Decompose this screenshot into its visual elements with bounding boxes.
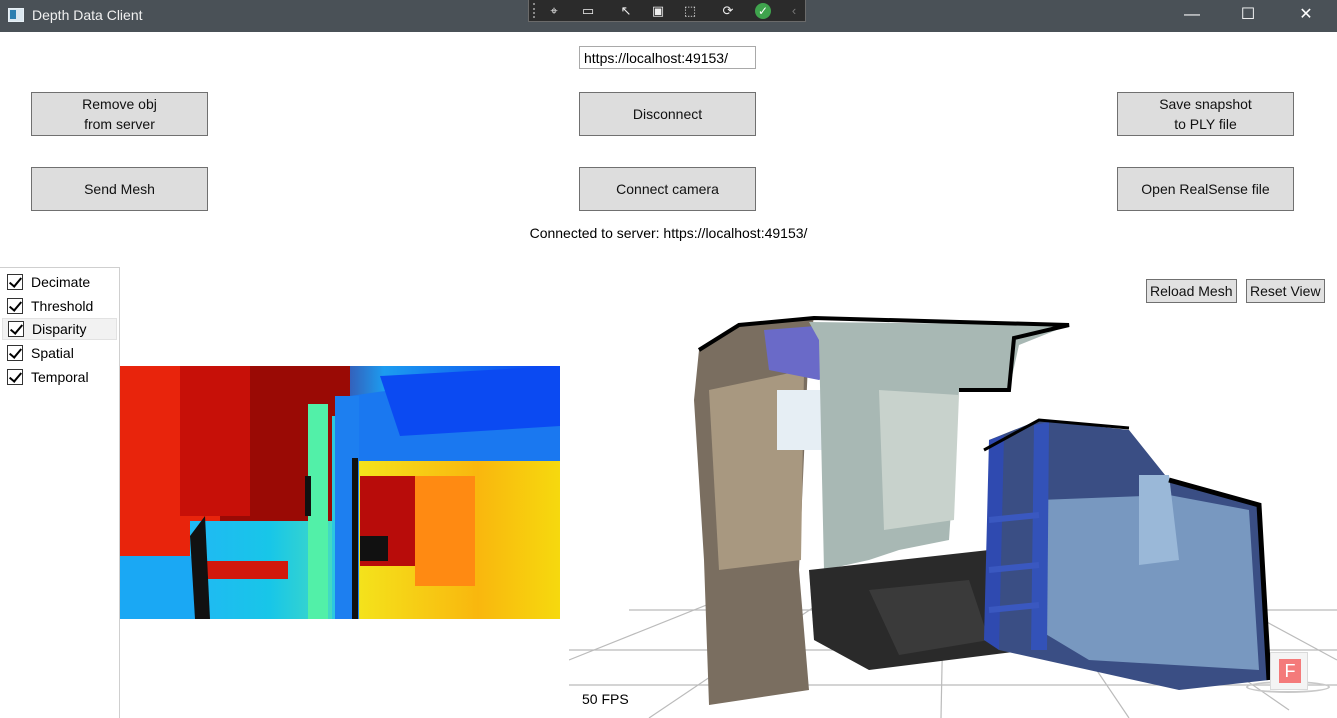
collapse-chevron-icon[interactable]: ‹ (783, 2, 805, 20)
threshold-checkbox[interactable] (7, 298, 23, 314)
filter-label: Disparity (32, 321, 87, 337)
view-cube[interactable]: F (1270, 652, 1308, 690)
window-title: Depth Data Client (32, 7, 143, 23)
decimate-checkbox[interactable] (7, 274, 23, 290)
hot-reload-icon[interactable]: ⟳ (717, 2, 739, 20)
minimize-button[interactable]: — (1164, 0, 1220, 32)
server-url-input[interactable] (579, 46, 756, 69)
filter-label: Decimate (31, 274, 91, 290)
save-snapshot-button[interactable]: Save snapshot to PLY file (1117, 92, 1294, 136)
check-icon[interactable]: ✓ (752, 2, 774, 20)
filter-spatial[interactable]: Spatial (2, 342, 117, 364)
filter-threshold[interactable]: Threshold (2, 295, 117, 317)
reset-view-button[interactable]: Reset View (1246, 279, 1325, 303)
fps-counter: 50 FPS (582, 691, 629, 707)
filter-label: Spatial (31, 345, 74, 361)
pointer-select-icon[interactable]: ↖ (615, 2, 637, 20)
send-mesh-button[interactable]: Send Mesh (31, 167, 208, 211)
filter-decimate[interactable]: Decimate (2, 271, 117, 293)
maximize-button[interactable]: ☐ (1220, 0, 1276, 32)
toolbar-grip[interactable] (533, 3, 537, 18)
filter-label: Threshold (31, 298, 94, 314)
connection-status: Connected to server: https://localhost:4… (529, 225, 808, 241)
display-layout-adorners-icon[interactable]: ▣ (647, 2, 669, 20)
debug-toolbar: ⌖ ▭ ↖ ▣ ⬚ ⟳ ✓ ‹ (528, 0, 806, 22)
track-focused-element-icon[interactable]: ⬚ (679, 2, 701, 20)
reload-mesh-button[interactable]: Reload Mesh (1146, 279, 1237, 303)
disparity-checkbox[interactable] (8, 321, 24, 337)
view-cube-letter: F (1279, 659, 1301, 683)
app-icon (8, 8, 24, 22)
remove-obj-button[interactable]: Remove obj from server (31, 92, 208, 136)
mesh-viewport[interactable] (569, 310, 1337, 718)
video-icon[interactable]: ▭ (577, 2, 599, 20)
spatial-checkbox[interactable] (7, 345, 23, 361)
filter-temporal[interactable]: Temporal (2, 366, 117, 388)
disconnect-button[interactable]: Disconnect (579, 92, 756, 136)
connect-camera-button[interactable]: Connect camera (579, 167, 756, 211)
filters-panel: Decimate Threshold Disparity Spatial Tem… (0, 267, 120, 718)
select-element-icon[interactable]: ⌖ (543, 2, 565, 20)
open-realsense-button[interactable]: Open RealSense file (1117, 167, 1294, 211)
close-button[interactable]: ✕ (1278, 0, 1334, 32)
filter-disparity[interactable]: Disparity (2, 318, 117, 340)
filter-label: Temporal (31, 369, 89, 385)
temporal-checkbox[interactable] (7, 369, 23, 385)
depth-image (120, 366, 560, 619)
